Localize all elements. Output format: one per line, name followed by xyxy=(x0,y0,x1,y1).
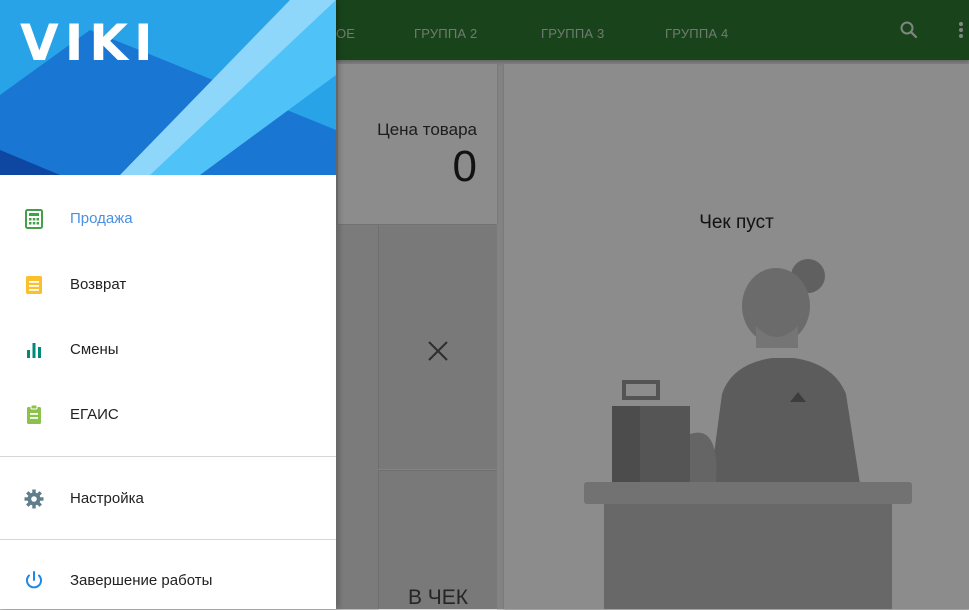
viki-logo: VIKI xyxy=(20,14,159,72)
power-icon xyxy=(26,571,42,589)
menu-item-label: Завершение работы xyxy=(70,572,213,589)
note-icon xyxy=(26,276,42,294)
calculator-icon xyxy=(25,209,43,229)
clipboard-icon xyxy=(27,404,41,424)
menu-divider xyxy=(0,456,336,457)
menu-item-sale[interactable]: Продажа xyxy=(0,191,336,247)
menu-item-return[interactable]: Возврат xyxy=(0,257,336,313)
menu-item-label: Смены xyxy=(70,341,119,358)
menu-divider xyxy=(0,539,336,540)
menu-item-label: ЕГАИС xyxy=(70,406,119,423)
menu-item-exit[interactable]: Завершение работы xyxy=(0,553,336,609)
menu-item-label: Настройка xyxy=(70,490,144,507)
drawer-header: VIKI xyxy=(0,0,336,175)
menu-item-label: Возврат xyxy=(70,276,127,293)
menu-item-egais[interactable]: ЕГАИС xyxy=(0,387,336,443)
navigation-drawer: VIKI Продажа Возврат Смены ЕГАИС Настрой… xyxy=(0,0,336,609)
gear-icon xyxy=(24,489,44,509)
menu-item-settings[interactable]: Настройка xyxy=(0,471,336,527)
bar-chart-icon xyxy=(27,343,41,358)
menu-item-label: Продажа xyxy=(70,210,133,227)
menu-item-shifts[interactable]: Смены xyxy=(0,322,336,378)
